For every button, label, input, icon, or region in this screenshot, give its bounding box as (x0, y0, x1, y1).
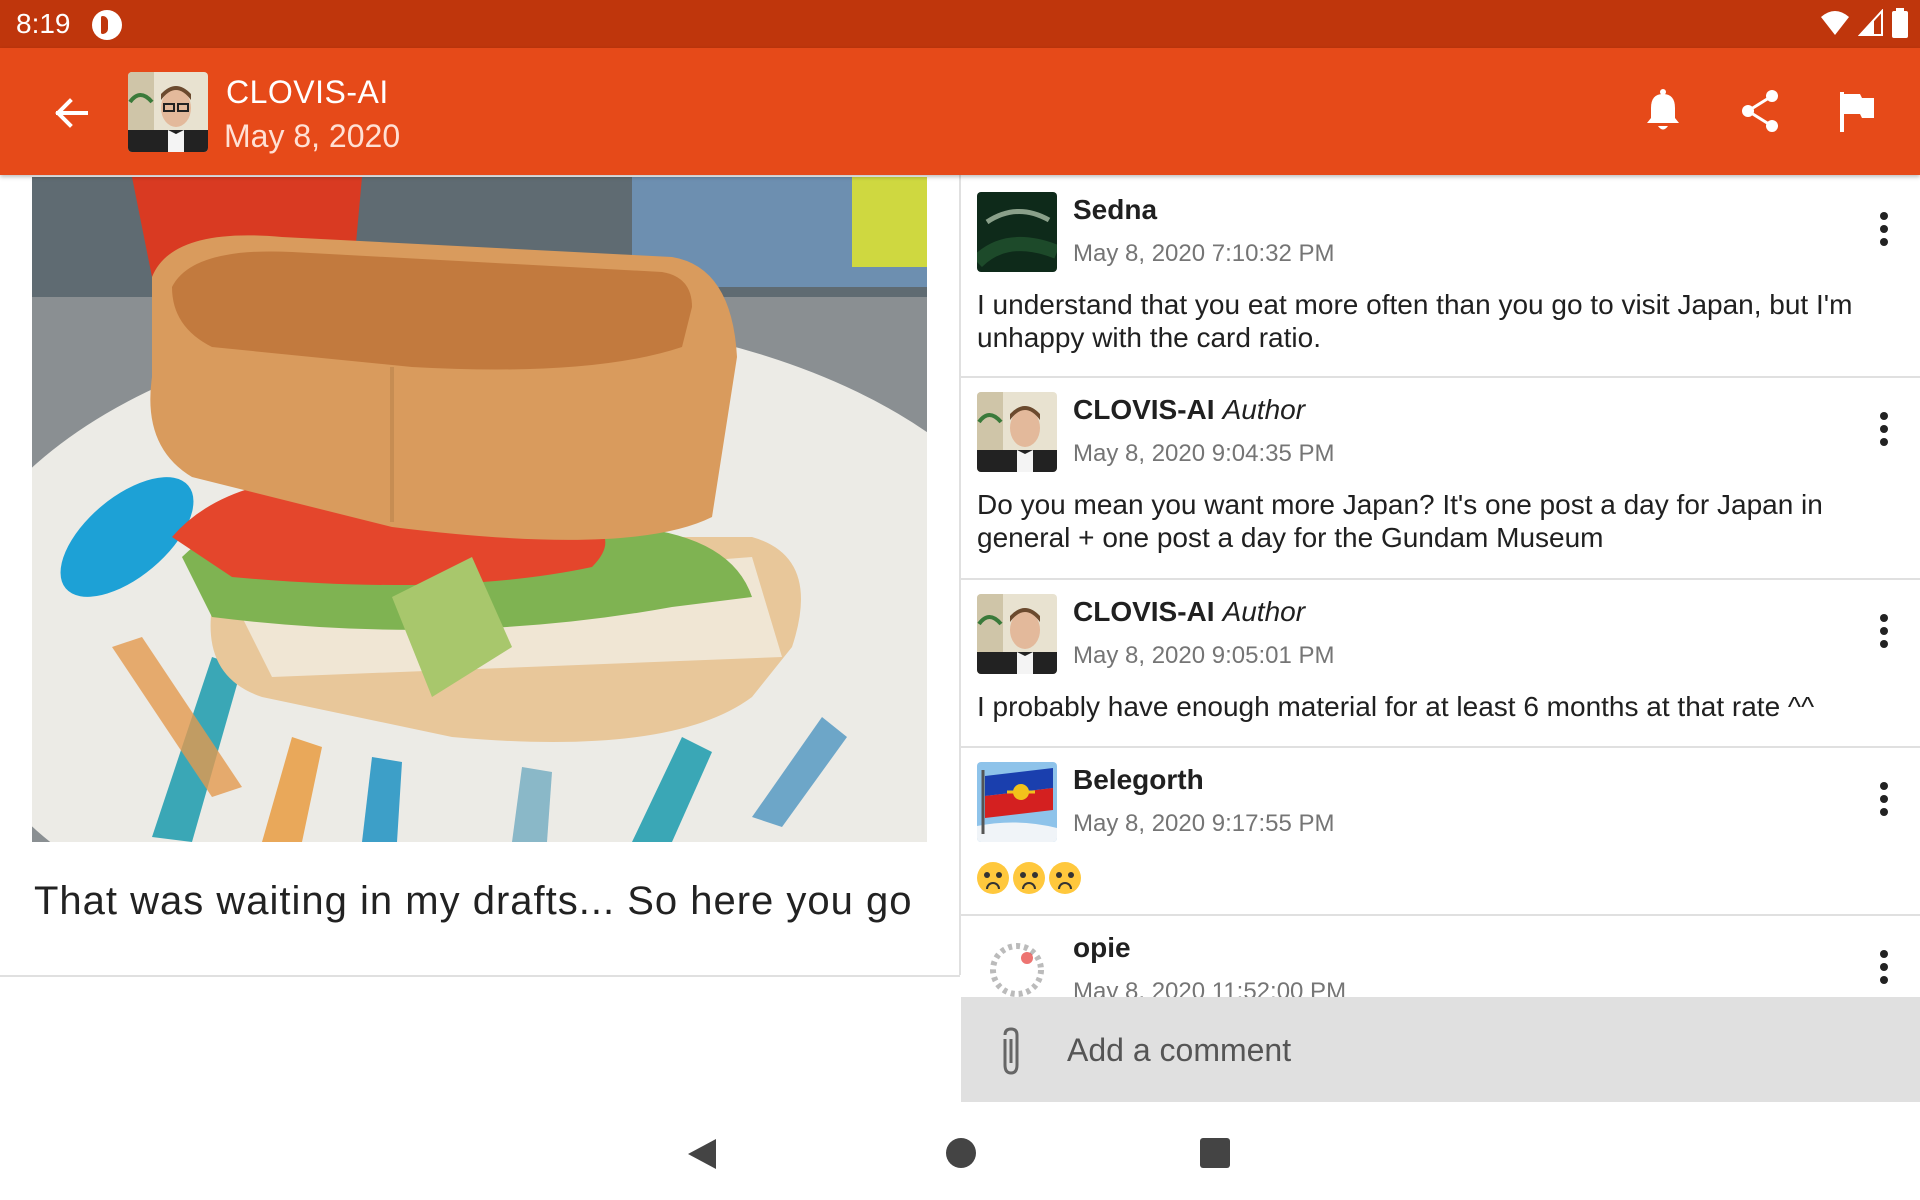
navigation-bar (0, 1102, 1920, 1200)
post-date: May 8, 2020 (224, 118, 401, 154)
bell-icon[interactable] (1638, 86, 1688, 136)
comment-time: May 8, 2020 11:52:00 PM (1073, 978, 1347, 997)
comments-list[interactable]: Sedna May 8, 2020 7:10:32 PM I understan… (961, 178, 1920, 997)
comment-item[interactable]: opie May 8, 2020 11:52:00 PM (961, 916, 1920, 997)
post-caption: That was waiting in my drafts... So here… (34, 879, 913, 923)
signal-icon (1858, 9, 1883, 36)
flag-icon[interactable] (1832, 86, 1882, 136)
commenter-name: CLOVIS-AI Author (1073, 596, 1306, 627)
comment-time: May 8, 2020 9:04:35 PM (1073, 440, 1335, 467)
share-icon[interactable] (1736, 86, 1786, 136)
sad-face-emoji (977, 862, 1009, 894)
commenter-avatar[interactable] (977, 192, 1057, 272)
status-time: 8:19 (16, 8, 71, 39)
sad-face-emoji (1013, 862, 1045, 894)
author-badge: Author (1222, 596, 1306, 627)
author-badge: Author (1222, 394, 1306, 425)
post-image[interactable] (32, 177, 927, 842)
comment-input[interactable] (1065, 1021, 1869, 1079)
battery-icon (1892, 8, 1908, 38)
commenter-name: CLOVIS-AI Author (1073, 394, 1306, 425)
wifi-icon (1821, 11, 1849, 35)
comment-item[interactable]: CLOVIS-AI Author May 8, 2020 9:05:01 PM I… (961, 580, 1920, 748)
comment-item[interactable]: Sedna May 8, 2020 7:10:32 PM I understan… (961, 178, 1920, 378)
more-options-icon[interactable] (1876, 212, 1892, 252)
nav-recents-icon[interactable] (1200, 1138, 1230, 1168)
commenter-avatar[interactable] (977, 392, 1057, 472)
comment-text: I understand that you eat more often tha… (977, 289, 1853, 353)
comment-time: May 8, 2020 9:17:55 PM (1073, 810, 1335, 837)
commenter-name: opie (1073, 932, 1131, 963)
more-options-icon[interactable] (1876, 412, 1892, 452)
status-bar: 8:19 (0, 0, 1920, 48)
comment-emoji-row (977, 862, 1081, 894)
author-avatar[interactable] (128, 72, 208, 152)
commenter-avatar[interactable] (977, 594, 1057, 674)
commenter-name: Belegorth (1073, 764, 1204, 795)
comment-text: I probably have enough material for at l… (977, 691, 1815, 722)
commenter-avatar[interactable] (977, 930, 1057, 997)
more-options-icon[interactable] (1876, 950, 1892, 990)
app-bar: CLOVIS-AI May 8, 2020 (0, 48, 1920, 175)
post-pane: That was waiting in my drafts... So here… (0, 175, 960, 977)
nav-home-icon[interactable] (946, 1138, 976, 1168)
comment-time: May 8, 2020 7:10:32 PM (1073, 240, 1335, 267)
back-arrow-icon[interactable] (50, 92, 92, 134)
comment-time: May 8, 2020 9:05:01 PM (1073, 642, 1335, 669)
comment-input-bar (961, 997, 1920, 1104)
comment-item[interactable]: CLOVIS-AI Author May 8, 2020 9:04:35 PM D… (961, 378, 1920, 580)
comment-item[interactable]: Belegorth May 8, 2020 9:17:55 PM (961, 748, 1920, 916)
status-icons (1820, 8, 1908, 38)
paperclip-icon[interactable] (993, 1027, 1029, 1077)
nav-back-icon[interactable] (686, 1137, 718, 1171)
more-options-icon[interactable] (1876, 614, 1892, 654)
sad-face-emoji (1049, 862, 1081, 894)
commenter-avatar[interactable] (977, 762, 1057, 842)
more-options-icon[interactable] (1876, 782, 1892, 822)
commenter-name: Sedna (1073, 194, 1158, 225)
comment-text: Do you mean you want more Japan? It's on… (977, 489, 1823, 553)
post-author-name: CLOVIS-AI (226, 74, 389, 110)
app-notification-icon (92, 10, 122, 40)
